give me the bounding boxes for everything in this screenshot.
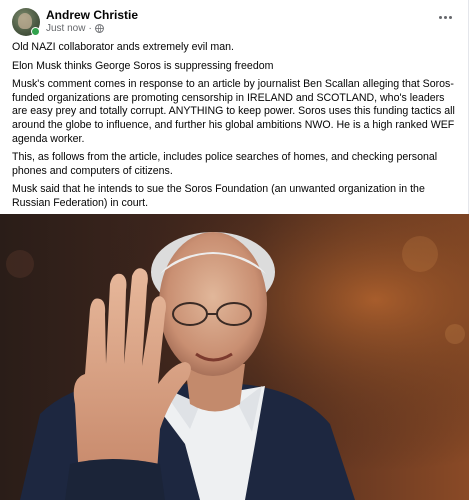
globe-icon[interactable] [94,24,104,33]
photo-illustration [0,214,469,500]
ellipsis-icon [438,15,442,19]
more-options-button[interactable] [435,10,455,24]
online-status-indicator [31,27,40,36]
post-paragraph: Elon Musk thinks George Soros is suppres… [12,59,274,72]
post-header: Andrew Christie Just now · [0,0,469,40]
post-paragraph: Musk said that he intends to sue the Sor… [12,183,425,209]
author-name[interactable]: Andrew Christie [46,8,138,22]
post-timestamp[interactable]: Just now [46,23,85,34]
post-paragraph: This, as follows from the article, inclu… [12,151,438,177]
facebook-post: Andrew Christie Just now · Old NAZI coll… [0,0,469,500]
post-paragraph: Musk's comment comes in response to an a… [12,78,455,145]
post-paragraph: Old NAZI collaborator ands extremely evi… [12,41,234,53]
post-photo[interactable] [0,214,469,500]
post-text: Old NAZI collaborator ands extremely evi… [12,41,460,216]
post-meta: Just now · [46,23,104,34]
meta-separator: · [88,23,92,34]
